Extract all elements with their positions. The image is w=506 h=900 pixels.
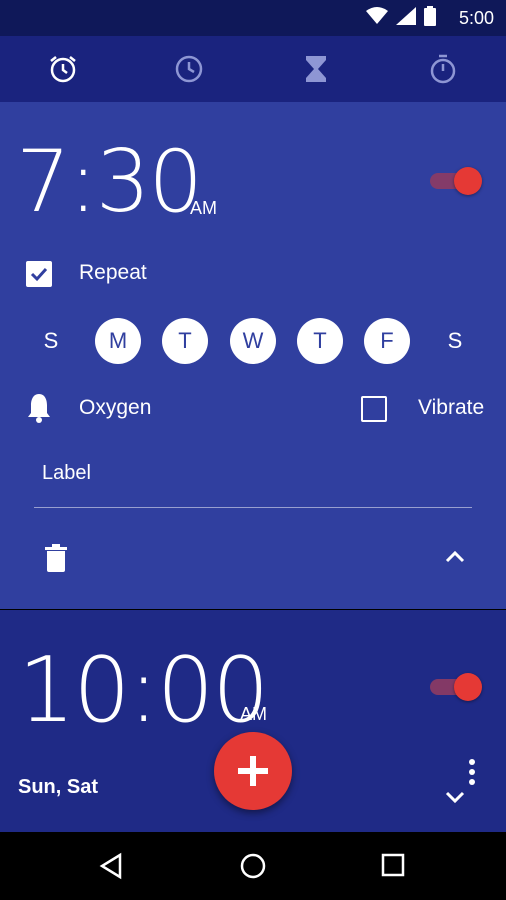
alarm-ampm: AM — [190, 198, 217, 218]
plus-icon — [238, 756, 268, 786]
delete-icon[interactable] — [45, 544, 67, 572]
chevron-up-icon[interactable] — [444, 548, 466, 564]
day-friday[interactable]: F — [364, 318, 410, 364]
toggle-thumb — [454, 673, 482, 701]
chevron-down-icon[interactable] — [444, 790, 466, 806]
tab-bar — [0, 36, 506, 102]
home-icon[interactable] — [239, 852, 267, 880]
repeat-label: Repeat — [79, 261, 147, 284]
status-time: 5:00 — [458, 8, 494, 28]
day-thursday[interactable]: T — [297, 318, 343, 364]
tab-clock[interactable] — [126, 36, 252, 102]
label-placeholder: Label — [42, 462, 91, 484]
signal-icon — [396, 7, 416, 25]
status-bar: 5:00 — [0, 0, 506, 36]
alarm2-toggle[interactable] — [428, 672, 484, 701]
alarm2-ampm: AM — [240, 704, 267, 724]
tab-timer[interactable] — [253, 36, 379, 102]
wifi-icon — [366, 7, 388, 24]
repeat-checkbox[interactable] — [26, 261, 52, 287]
alarm-icon — [50, 56, 76, 83]
hourglass-icon — [306, 56, 326, 82]
ringtone-label[interactable]: Oxygen — [79, 396, 151, 420]
check-icon — [30, 267, 48, 282]
alarm-card-expanded[interactable]: 7:30 AM Repeat S M T W T F S Oxygen Vibr… — [0, 102, 506, 609]
tab-alarm[interactable] — [0, 36, 126, 102]
status-icons — [366, 6, 436, 26]
label-field[interactable]: Label — [34, 450, 472, 508]
day-tuesday[interactable]: T — [162, 318, 208, 364]
recents-icon[interactable] — [380, 852, 406, 878]
alarm2-days-summary: Sun, Sat — [18, 776, 99, 798]
system-nav-bar — [0, 832, 506, 900]
alarm-time[interactable]: 7:30 — [16, 132, 203, 232]
tab-stopwatch[interactable] — [380, 36, 506, 102]
stopwatch-icon — [430, 54, 456, 84]
day-wednesday[interactable]: W — [230, 318, 276, 364]
day-saturday[interactable]: S — [432, 318, 478, 364]
vibrate-label: Vibrate — [418, 396, 485, 419]
more-vert-icon[interactable] — [466, 758, 478, 786]
add-alarm-button[interactable] — [214, 732, 292, 810]
day-monday[interactable]: M — [95, 318, 141, 364]
toggle-thumb — [454, 167, 482, 195]
back-icon[interactable] — [98, 852, 126, 880]
vibrate-checkbox[interactable] — [361, 396, 387, 422]
bell-icon[interactable] — [26, 392, 52, 424]
alarm2-time[interactable]: 10:00 — [18, 638, 269, 743]
battery-icon — [424, 6, 436, 26]
clock-icon — [175, 55, 203, 83]
alarm-toggle[interactable] — [428, 166, 484, 195]
day-sunday[interactable]: S — [28, 318, 74, 364]
